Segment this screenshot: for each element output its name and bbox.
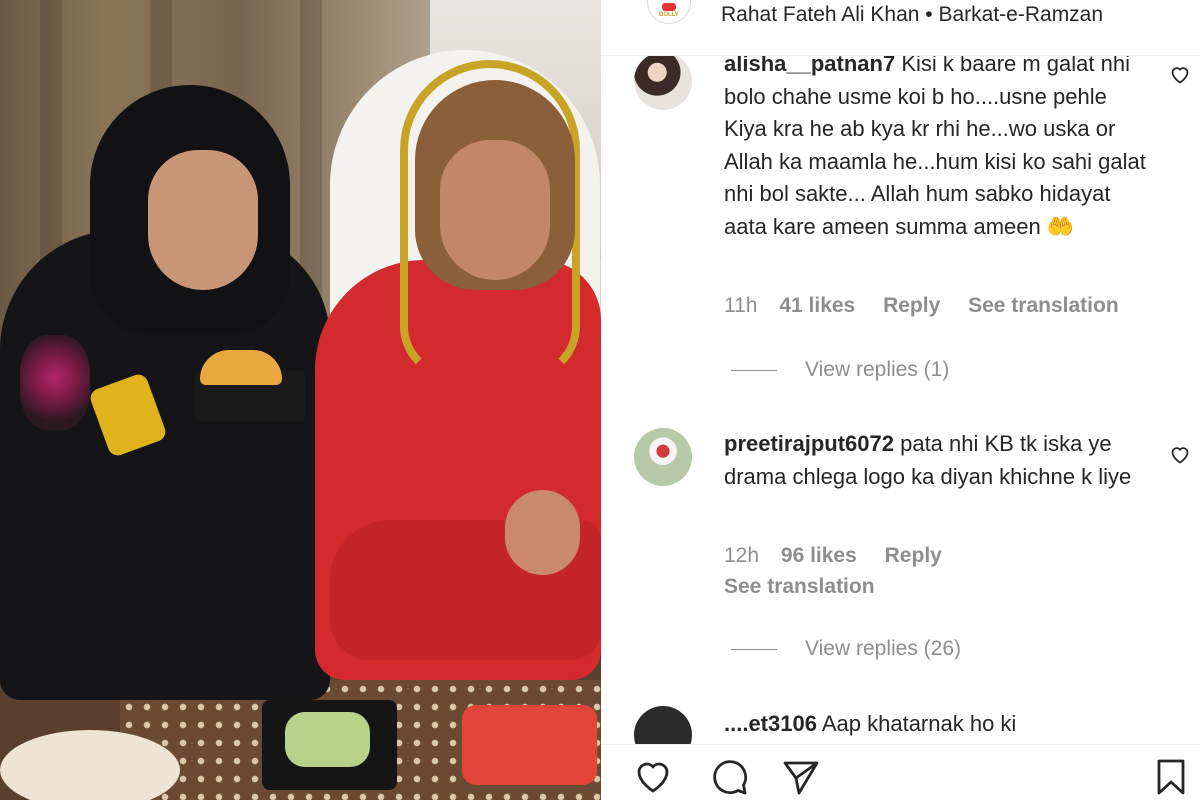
comment-username[interactable]: ....et3106: [724, 711, 817, 736]
snack-plate: [0, 730, 180, 800]
replies-divider: [731, 369, 777, 371]
comment-body: preetirajput6072 pata nhi KB tk iska ye …: [724, 428, 1154, 493]
comment-time: 12h: [724, 544, 760, 567]
embroidery-flower: [20, 335, 90, 430]
person-right-face: [440, 140, 550, 280]
audio-track-label[interactable]: Rahat Fateh Ali Khan • Barkat-e-Ramzan: [721, 3, 1103, 27]
like-comment-heart-icon[interactable]: [1168, 62, 1192, 86]
watermelon-plate: [462, 705, 597, 785]
food: [200, 350, 282, 385]
bookmark-icon[interactable]: [1149, 755, 1193, 799]
folded-hands-emoji: 🤲: [1046, 213, 1075, 239]
person-right-hand: [505, 490, 580, 575]
post-media[interactable]: [0, 0, 601, 800]
comment-username[interactable]: preetirajput6072: [724, 431, 894, 456]
like-comment-heart-icon[interactable]: [1168, 442, 1192, 466]
post-action-bar: [601, 744, 1200, 800]
view-replies-button[interactable]: View replies (1): [731, 358, 949, 382]
reply-button[interactable]: Reply: [885, 544, 942, 567]
reply-button[interactable]: Reply: [883, 294, 940, 317]
comments-panel: BOLLY Rahat Fateh Ali Khan • Barkat-e-Ra…: [601, 0, 1200, 800]
comment-body: ....et3106 Aap khatarnak ho ki: [724, 708, 1154, 741]
send-icon[interactable]: [779, 755, 823, 799]
view-replies-label: View replies (1): [805, 358, 950, 381]
comment-text: Aap khatarnak ho ki: [821, 711, 1017, 736]
comment-body: alisha__patnan7 Kisi k baare m galat nhi…: [724, 48, 1154, 243]
see-translation-button[interactable]: See translation: [968, 294, 1119, 317]
comment-likes[interactable]: 41 likes: [779, 294, 855, 317]
logo-icon: [662, 3, 676, 11]
see-translation-button[interactable]: See translation: [724, 575, 875, 599]
view-replies-label: View replies (26): [805, 637, 962, 660]
view-replies-button[interactable]: View replies (26): [731, 637, 961, 661]
comment-likes[interactable]: 96 likes: [781, 544, 857, 567]
comment-time: 11h: [724, 294, 758, 317]
salad: [285, 712, 370, 767]
avatar-logo-text: BOLLY: [659, 12, 679, 18]
commenter-avatar[interactable]: [634, 428, 692, 486]
commenter-avatar[interactable]: [634, 52, 692, 110]
comment-meta: 11h 41 likes Reply See translation: [724, 294, 1141, 318]
comment-meta: 12h 96 likes Reply: [724, 544, 964, 568]
replies-divider: [731, 648, 777, 650]
account-avatar[interactable]: BOLLY: [647, 0, 691, 24]
comment-text: Kisi k baare m galat nhi bolo chahe usme…: [724, 51, 1146, 239]
post-header: BOLLY Rahat Fateh Ali Khan • Barkat-e-Ra…: [601, 0, 1200, 56]
comment-icon[interactable]: [707, 755, 751, 799]
person-left-face: [148, 150, 258, 290]
heart-icon[interactable]: [631, 755, 675, 799]
